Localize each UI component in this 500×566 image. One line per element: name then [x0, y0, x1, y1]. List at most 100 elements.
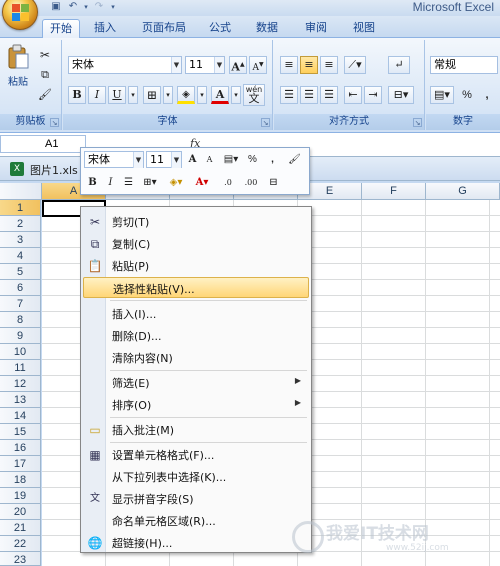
row-header[interactable]: 12: [0, 376, 41, 392]
mini-comma-button[interactable]: ,: [264, 151, 281, 168]
row-header[interactable]: 17: [0, 456, 41, 472]
name-box[interactable]: A1: [0, 135, 86, 153]
redo-icon[interactable]: ↷: [92, 1, 106, 13]
font-color-icon[interactable]: A: [211, 86, 229, 104]
align-right-icon[interactable]: ☰: [320, 86, 338, 104]
row-header[interactable]: 19: [0, 488, 41, 504]
row-header[interactable]: 5: [0, 264, 41, 280]
format-painter-icon[interactable]: 🖌: [36, 86, 54, 104]
row-header[interactable]: 20: [0, 504, 41, 520]
row-header[interactable]: 21: [0, 520, 41, 536]
accounting-format-icon[interactable]: ▤▾: [430, 86, 454, 104]
row-header[interactable]: 16: [0, 440, 41, 456]
mini-increase-decimal-button[interactable]: .0: [218, 174, 238, 191]
mini-borders-icon[interactable]: ⊞▾: [139, 174, 161, 191]
row-header[interactable]: 10: [0, 344, 41, 360]
menu-item-insert[interactable]: 插入(I)...: [83, 303, 309, 324]
merge-center-icon[interactable]: ⊟▾: [388, 86, 414, 104]
italic-button[interactable]: I: [88, 86, 106, 104]
row-header[interactable]: 13: [0, 392, 41, 408]
align-middle-icon[interactable]: ≡: [300, 56, 318, 74]
mini-grow-font-button[interactable]: A: [184, 151, 201, 168]
increase-indent-icon[interactable]: ⇥: [364, 86, 382, 104]
underline-dropdown-icon[interactable]: ▾: [128, 86, 138, 104]
mini-shrink-font-button[interactable]: A: [201, 151, 218, 168]
clipboard-launcher-icon[interactable]: ↘: [50, 118, 59, 127]
menu-item-clear-contents[interactable]: 清除内容(N): [83, 347, 309, 368]
paste-button[interactable]: 粘贴: [6, 44, 30, 94]
tab-formulas[interactable]: 公式: [205, 19, 235, 38]
row-header[interactable]: 1: [0, 200, 41, 216]
fill-color-dropdown-icon[interactable]: ▾: [197, 86, 207, 104]
tab-view[interactable]: 视图: [349, 19, 379, 38]
mini-italic-button[interactable]: I: [102, 174, 119, 191]
row-header[interactable]: 6: [0, 280, 41, 296]
chevron-down-icon[interactable]: ▼: [171, 57, 181, 73]
align-top-icon[interactable]: ≡: [280, 56, 298, 74]
row-header[interactable]: 8: [0, 312, 41, 328]
mini-font-name-select[interactable]: 宋体 ▼: [84, 151, 144, 168]
number-format-select[interactable]: 常规: [430, 56, 498, 74]
menu-item-copy[interactable]: ⧉ 复制(C): [83, 233, 309, 254]
row-header[interactable]: 4: [0, 248, 41, 264]
mini-center-icon[interactable]: ☰: [120, 174, 137, 191]
menu-item-insert-comment[interactable]: ▭ 插入批注(M): [83, 419, 309, 440]
row-header[interactable]: 15: [0, 424, 41, 440]
align-bottom-icon[interactable]: ≡: [320, 56, 338, 74]
menu-item-cut[interactable]: ✂ 剪切(T): [83, 211, 309, 232]
underline-button[interactable]: U: [108, 86, 126, 104]
cut-icon[interactable]: ✂: [36, 46, 54, 64]
menu-item-paste[interactable]: 📋 粘贴(P): [83, 255, 309, 276]
tab-insert[interactable]: 插入: [88, 19, 122, 38]
alignment-launcher-icon[interactable]: ↘: [413, 118, 422, 127]
copy-icon[interactable]: ⧉: [36, 66, 54, 84]
mini-bold-button[interactable]: B: [84, 174, 101, 191]
mini-fill-color-icon[interactable]: ◈▾: [165, 174, 187, 191]
row-header[interactable]: 3: [0, 232, 41, 248]
row-header[interactable]: 9: [0, 328, 41, 344]
row-header[interactable]: 18: [0, 472, 41, 488]
comma-button[interactable]: ,: [478, 86, 496, 104]
mini-decrease-decimal-button[interactable]: .00: [240, 174, 262, 191]
percent-button[interactable]: %: [458, 86, 476, 104]
mini-format-painter-icon[interactable]: 🖌: [286, 151, 303, 168]
menu-item-format-cells[interactable]: ▦ 设置单元格格式(F)...: [83, 444, 309, 465]
mini-font-color-icon[interactable]: A▾: [191, 174, 213, 191]
grow-font-button[interactable]: A▲: [229, 56, 247, 74]
menu-item-filter[interactable]: 筛选(E) ▶: [83, 372, 309, 393]
tab-data[interactable]: 数据: [252, 19, 282, 38]
mini-merge-center-icon[interactable]: ⊟: [265, 174, 282, 191]
font-size-select[interactable]: 11 ▼: [185, 56, 225, 74]
decrease-indent-icon[interactable]: ⇤: [344, 86, 362, 104]
mini-accounting-format-icon[interactable]: ▤▾: [220, 151, 242, 168]
font-name-select[interactable]: 宋体 ▼: [68, 56, 182, 74]
row-header[interactable]: 11: [0, 360, 41, 376]
undo-dropdown-icon[interactable]: ▾: [83, 1, 89, 13]
column-header[interactable]: G: [426, 183, 500, 200]
select-all-corner[interactable]: [0, 183, 42, 200]
tab-review[interactable]: 审阅: [301, 19, 331, 38]
undo-icon[interactable]: ↶: [66, 1, 80, 13]
font-color-dropdown-icon[interactable]: ▾: [231, 86, 241, 104]
menu-item-paste-special[interactable]: 选择性粘贴(V)...: [83, 277, 309, 298]
menu-item-delete[interactable]: 删除(D)...: [83, 325, 309, 346]
borders-icon[interactable]: ⊞: [143, 86, 161, 104]
borders-dropdown-icon[interactable]: ▾: [163, 86, 173, 104]
menu-item-hyperlink[interactable]: 🌐 超链接(H)...: [83, 532, 309, 553]
row-header[interactable]: 7: [0, 296, 41, 312]
align-left-icon[interactable]: ☰: [280, 86, 298, 104]
row-header[interactable]: 14: [0, 408, 41, 424]
tab-home[interactable]: 开始: [42, 19, 80, 39]
qat-customize-icon[interactable]: ▾: [109, 1, 117, 13]
mini-font-size-select[interactable]: 11 ▼: [146, 151, 182, 168]
menu-item-define-name[interactable]: 命名单元格区域(R)...: [83, 510, 309, 531]
save-icon[interactable]: ▣: [49, 1, 63, 13]
row-header[interactable]: 23: [0, 552, 41, 566]
menu-item-show-phonetic[interactable]: 文 显示拼音字段(S): [83, 488, 309, 509]
column-header[interactable]: F: [362, 183, 426, 200]
menu-item-sort[interactable]: 排序(O) ▶: [83, 394, 309, 415]
font-launcher-icon[interactable]: ↘: [261, 118, 270, 127]
wrap-text-icon[interactable]: ↵: [388, 56, 410, 74]
shrink-font-button[interactable]: A▼: [249, 56, 267, 74]
chevron-down-icon[interactable]: ▼: [133, 152, 143, 168]
